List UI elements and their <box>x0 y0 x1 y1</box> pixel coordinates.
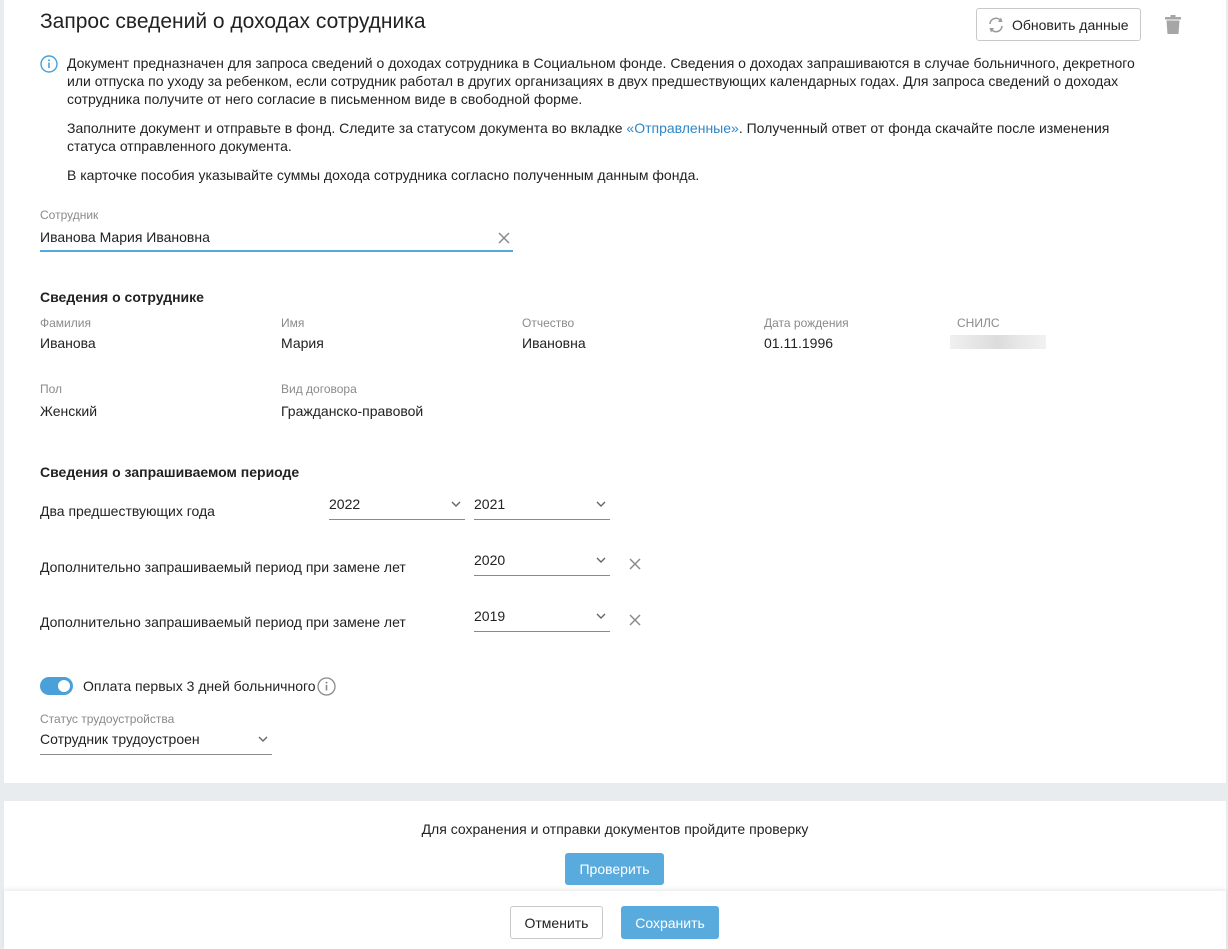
last-name-label: Фамилия <box>40 316 91 330</box>
year2-select[interactable]: 2021 <box>474 494 610 520</box>
info-notice: Документ предназначен для запроса сведен… <box>40 54 1150 195</box>
check-section: Для сохранения и отправки документов про… <box>4 801 1226 891</box>
chevron-down-icon <box>596 613 606 619</box>
info-paragraph-1: Документ предназначен для запроса сведен… <box>67 55 1135 107</box>
extra-period-label-1: Дополнительно запрашиваемый период при з… <box>40 559 406 575</box>
remove-extra-year-2-icon[interactable] <box>629 614 641 626</box>
two-years-label: Два предшествующих года <box>40 503 215 519</box>
trash-icon[interactable] <box>1165 15 1181 34</box>
year1-select[interactable]: 2022 <box>329 494 465 520</box>
year2-value: 2021 <box>474 496 506 512</box>
page-title: Запрос сведений о доходах сотрудника <box>40 10 426 33</box>
employee-label: Сотрудник <box>40 208 99 222</box>
document-card: Запрос сведений о доходах сотрудника Обн… <box>4 0 1226 783</box>
extra-year-2-value: 2019 <box>474 608 506 624</box>
patronymic-label: Отчество <box>522 316 575 330</box>
refresh-icon <box>989 17 1003 32</box>
chevron-down-icon <box>451 501 461 507</box>
refresh-data-button[interactable]: Обновить данные <box>976 8 1141 41</box>
footer-bar: Отменить Сохранить <box>4 891 1226 949</box>
sick-pay-label: Оплата первых 3 дней больничного <box>83 678 316 694</box>
snils-value-blurred <box>950 335 1046 349</box>
info-paragraph-2: Заполните документ и отправьте в фонд. С… <box>67 120 1110 154</box>
chevron-down-icon <box>258 736 268 742</box>
check-message: Для сохранения и отправки документов про… <box>421 821 809 837</box>
snils-label: СНИЛС <box>957 316 1000 330</box>
sent-tab-link[interactable]: «Отправленные» <box>626 120 738 136</box>
first-name-label: Имя <box>281 316 305 330</box>
employment-status-value: Сотрудник трудоустроен <box>40 731 200 747</box>
extra-period-label-2: Дополнительно запрашиваемый период при з… <box>40 614 406 630</box>
extra-year-2-select[interactable]: 2019 <box>474 606 610 632</box>
patronymic-value: Ивановна <box>522 335 586 351</box>
refresh-button-label: Обновить данные <box>1012 16 1129 33</box>
first-name-value: Мария <box>281 335 324 351</box>
extra-year-1-value: 2020 <box>474 552 506 568</box>
birth-date-value: 01.11.1996 <box>764 335 834 351</box>
info-icon <box>40 55 58 73</box>
extra-year-1-select[interactable]: 2020 <box>474 550 610 576</box>
contract-type-value: Гражданско-правовой <box>281 403 424 419</box>
info-paragraph-3: В карточке пособия указывайте суммы дохо… <box>67 167 700 183</box>
contract-type-label: Вид договора <box>281 382 357 396</box>
sick-pay-toggle[interactable] <box>40 677 73 695</box>
check-button[interactable]: Проверить <box>565 853 664 885</box>
year1-value: 2022 <box>329 496 361 512</box>
chevron-down-icon <box>596 501 606 507</box>
toggle-knob <box>58 680 70 692</box>
last-name-value: Иванова <box>40 335 96 351</box>
remove-extra-year-1-icon[interactable] <box>629 558 641 570</box>
gender-value: Женский <box>40 403 98 419</box>
info-icon[interactable] <box>317 677 336 696</box>
chevron-down-icon <box>596 557 606 563</box>
clear-employee-icon[interactable] <box>498 232 510 244</box>
employment-status-select[interactable]: Сотрудник трудоустроен <box>40 729 272 755</box>
gender-label: Пол <box>40 382 63 396</box>
birth-date-label: Дата рождения <box>764 316 849 330</box>
employment-status-label: Статус трудоустройства <box>40 712 175 726</box>
employee-input[interactable]: Иванова Мария Ивановна <box>40 226 513 252</box>
cancel-button[interactable]: Отменить <box>510 906 603 939</box>
employee-value: Иванова Мария Ивановна <box>40 229 210 245</box>
period-title: Сведения о запрашиваемом периоде <box>40 464 300 480</box>
employee-info-title: Сведения о сотруднике <box>40 289 204 305</box>
save-button[interactable]: Сохранить <box>621 906 719 939</box>
